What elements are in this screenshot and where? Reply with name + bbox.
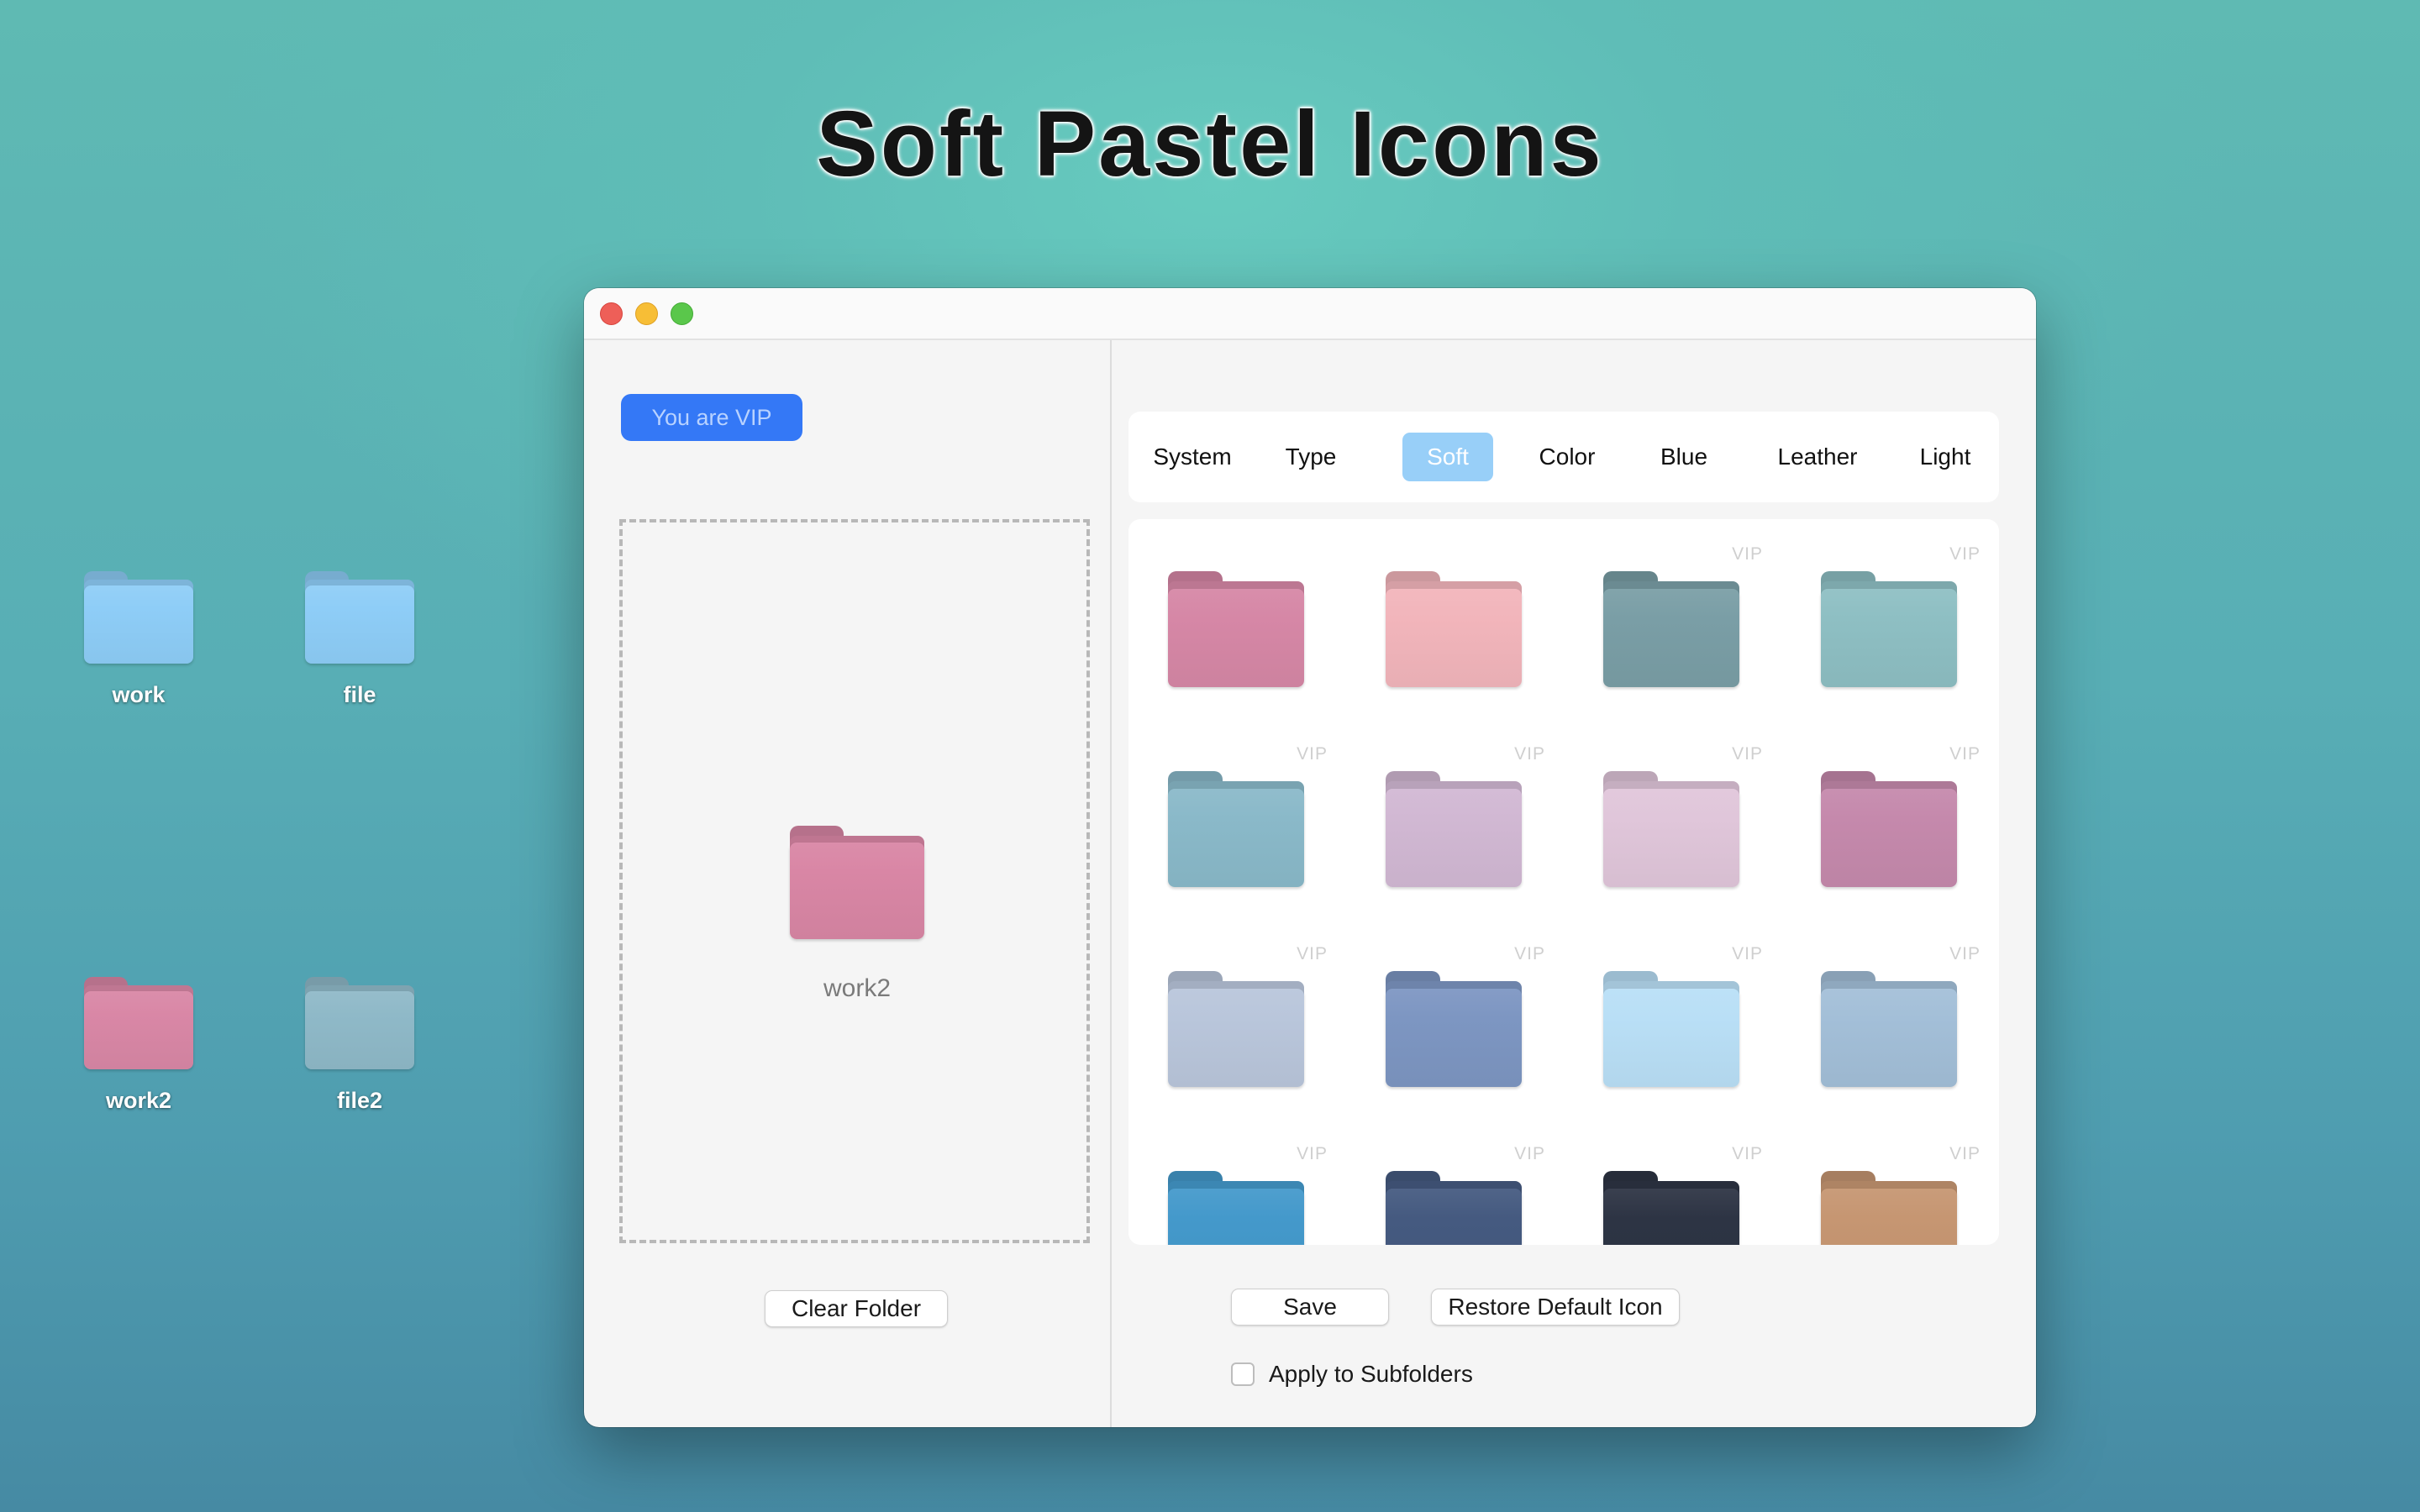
- tab-leather[interactable]: Leather: [1759, 433, 1876, 481]
- folder-icon: [84, 571, 193, 664]
- folder-icon: [1386, 1171, 1522, 1245]
- icon-option[interactable]: VIP: [1346, 719, 1564, 919]
- desktop-folder-label: work2: [105, 1088, 172, 1113]
- vip-tag: VIP: [1514, 1144, 1545, 1163]
- folder-icon: [305, 571, 414, 664]
- close-window-button[interactable]: [600, 302, 623, 325]
- tab-light[interactable]: Light: [1902, 433, 1989, 481]
- folder-icon: [1386, 971, 1522, 1087]
- vip-tag: VIP: [1297, 744, 1328, 764]
- vip-tag: VIP: [1949, 1144, 1981, 1163]
- zoom-window-button[interactable]: [671, 302, 693, 325]
- folder-icon: [1603, 771, 1739, 887]
- vip-tag: VIP: [1949, 744, 1981, 764]
- icon-grid: VIP VIP VIP VIP VIP VIP VIP VIP VIP VIP VIP VIP VIP V…: [1128, 519, 1999, 1245]
- folder-icon: [305, 977, 414, 1069]
- tab-blue[interactable]: Blue: [1644, 433, 1723, 481]
- folder-icon: [1603, 1171, 1739, 1245]
- vip-tag: VIP: [1732, 744, 1763, 764]
- folder-icon: [84, 977, 193, 1069]
- vip-tag: VIP: [1732, 944, 1763, 963]
- icon-option[interactable]: VIP: [1781, 1119, 1999, 1245]
- clear-folder-button[interactable]: Clear Folder: [765, 1290, 948, 1327]
- icon-option[interactable]: VIP: [1346, 1119, 1564, 1245]
- category-tabs: System Type Soft Color Blue Leather Ligh…: [1128, 412, 1999, 502]
- vip-tag: VIP: [1732, 544, 1763, 564]
- minimize-window-button[interactable]: [635, 302, 658, 325]
- desktop-folder-file2[interactable]: file2: [297, 977, 423, 1114]
- icon-option[interactable]: VIP: [1128, 919, 1346, 1119]
- icon-option[interactable]: VIP: [1564, 519, 1781, 719]
- folder-icon: [1821, 771, 1957, 887]
- desktop-folder-label: work: [112, 682, 166, 707]
- vip-tag: VIP: [1297, 944, 1328, 963]
- icon-option[interactable]: VIP: [1564, 719, 1781, 919]
- tab-color[interactable]: Color: [1522, 433, 1612, 481]
- icon-option[interactable]: VIP: [1346, 919, 1564, 1119]
- vip-status-badge[interactable]: You are VIP: [621, 394, 802, 441]
- tab-system[interactable]: System: [1144, 433, 1241, 481]
- vip-tag: VIP: [1297, 1144, 1328, 1163]
- folder-icon: [1168, 1171, 1304, 1245]
- vip-tag: VIP: [1949, 544, 1981, 564]
- selected-folder-name: work2: [823, 974, 892, 1002]
- folder-icon: [1386, 571, 1522, 687]
- apply-subfolders-checkbox[interactable]: [1231, 1362, 1255, 1386]
- icon-option[interactable]: VIP: [1781, 919, 1999, 1119]
- apply-subfolders-label: Apply to Subfolders: [1269, 1361, 1473, 1387]
- vip-tag: VIP: [1949, 944, 1981, 963]
- tab-type[interactable]: Type: [1271, 433, 1350, 481]
- folder-icon: [1168, 771, 1304, 887]
- folder-icon: [1821, 571, 1957, 687]
- folder-icon: [1603, 571, 1739, 687]
- save-button[interactable]: Save: [1231, 1289, 1389, 1326]
- desktop-folder-file[interactable]: file: [297, 571, 423, 708]
- icon-option[interactable]: VIP: [1128, 1119, 1346, 1245]
- icon-option[interactable]: VIP: [1128, 719, 1346, 919]
- selected-folder-icon: [790, 826, 924, 939]
- desktop-folder-label: file2: [336, 1088, 383, 1113]
- hero-title: Soft Pastel Icons: [816, 92, 1604, 196]
- vip-tag: VIP: [1514, 744, 1545, 764]
- folder-icon: [1603, 971, 1739, 1087]
- title-bar: [584, 288, 2036, 340]
- vip-tag: VIP: [1514, 944, 1545, 963]
- icon-option[interactable]: VIP: [1781, 519, 1999, 719]
- vip-tag: VIP: [1732, 1144, 1763, 1163]
- folder-icon: [1386, 771, 1522, 887]
- desktop-folder-label: file: [343, 682, 376, 707]
- icon-option[interactable]: VIP: [1781, 719, 1999, 919]
- icon-option[interactable]: [1346, 519, 1564, 719]
- folder-icon: [1821, 1171, 1957, 1245]
- icon-option[interactable]: VIP: [1564, 919, 1781, 1119]
- icon-option[interactable]: [1128, 519, 1346, 719]
- folder-icon: [1168, 971, 1304, 1087]
- restore-default-icon-button[interactable]: Restore Default Icon: [1431, 1289, 1680, 1326]
- tab-soft[interactable]: Soft: [1402, 433, 1493, 481]
- folder-icon: [1821, 971, 1957, 1087]
- desktop-folder-work[interactable]: work: [76, 571, 202, 708]
- icon-option[interactable]: VIP: [1564, 1119, 1781, 1245]
- folder-icon: [1168, 571, 1304, 687]
- desktop-folder-work2[interactable]: work2: [76, 977, 202, 1114]
